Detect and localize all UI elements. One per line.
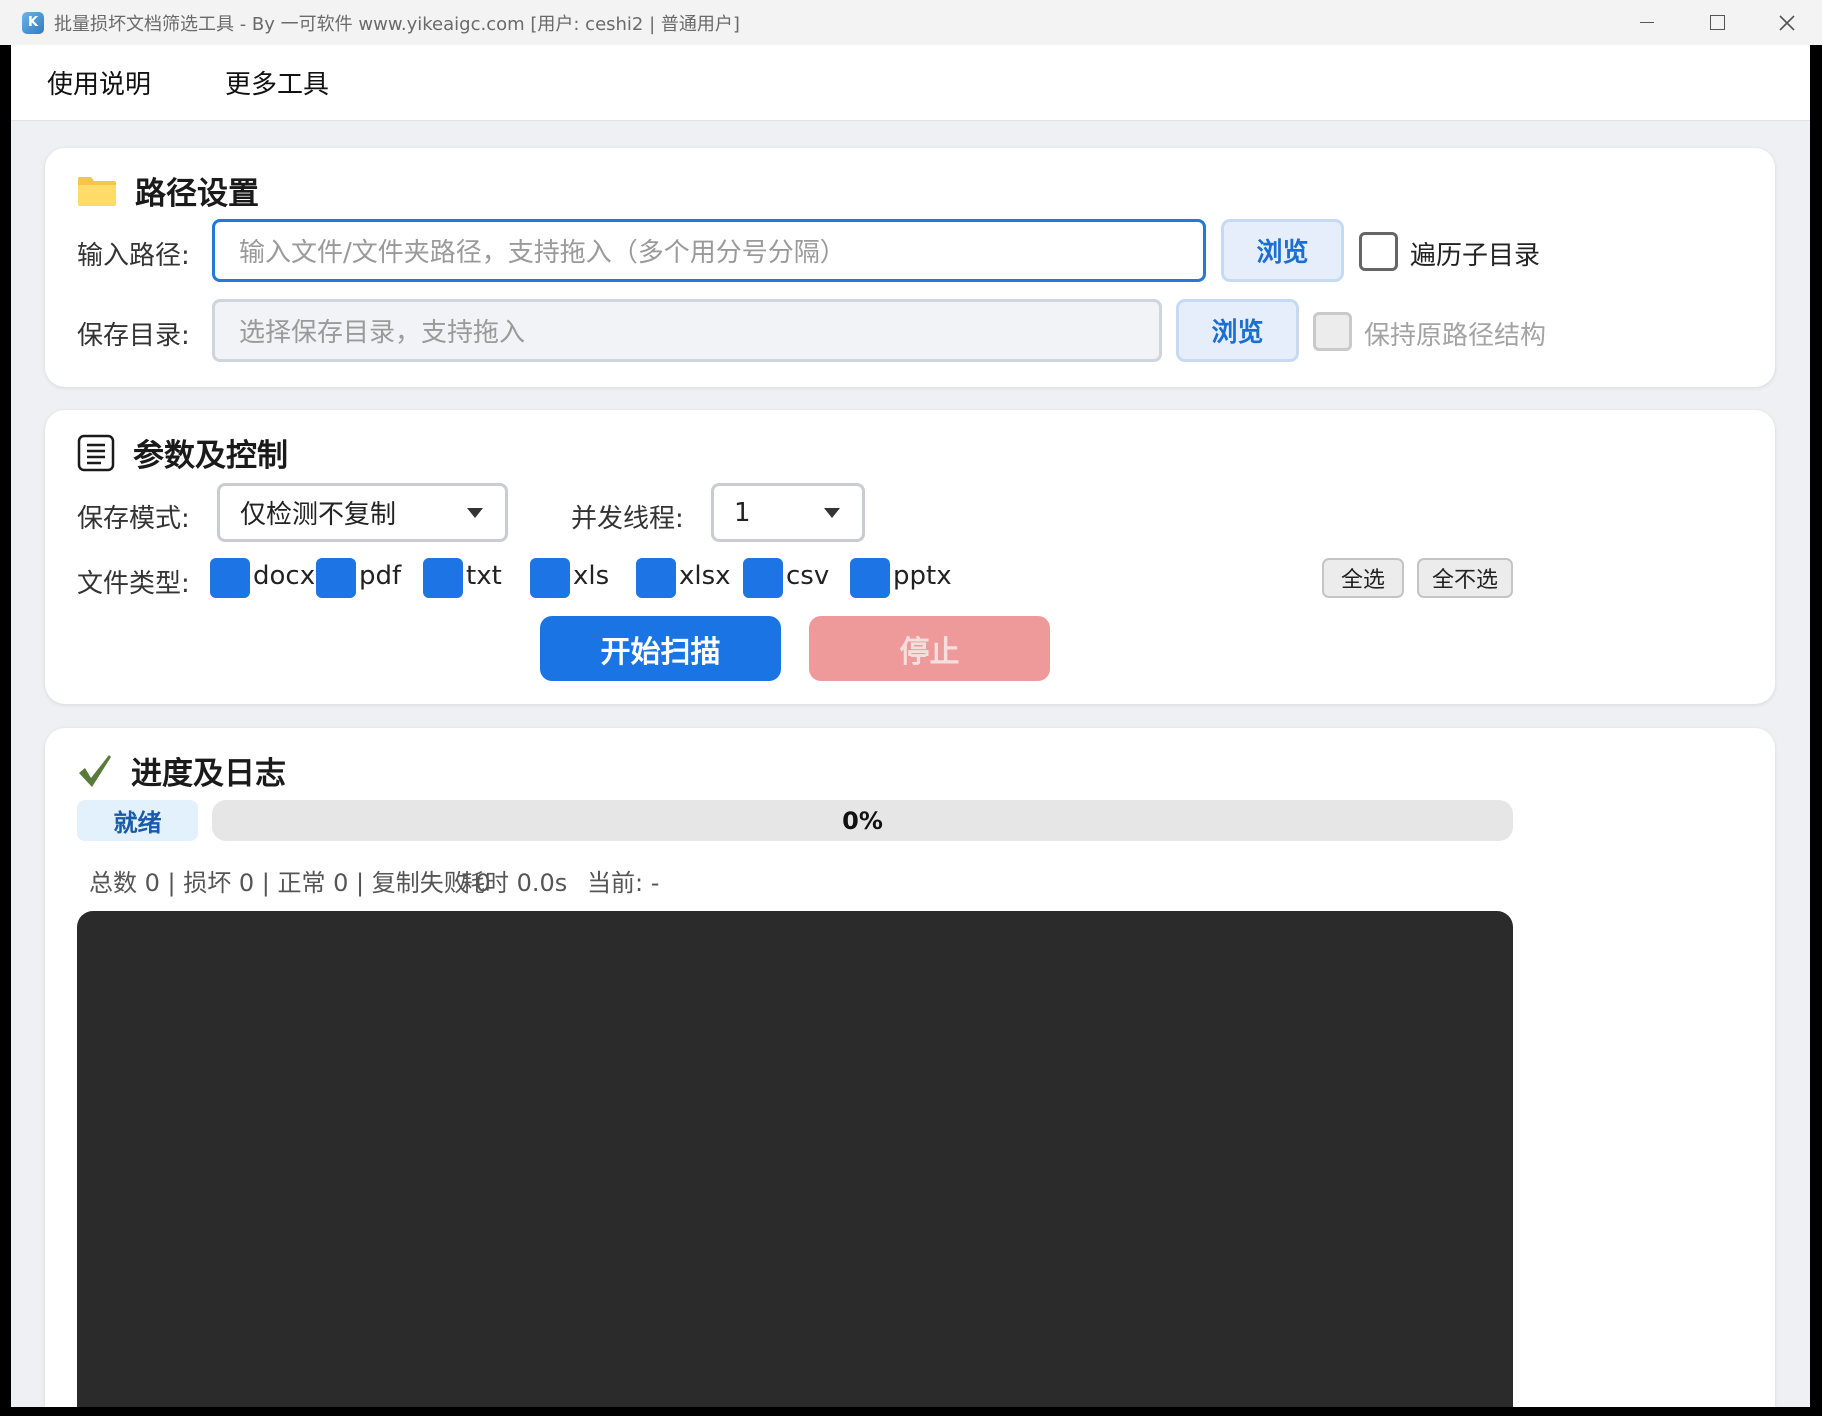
path-settings-title: 路径设置 bbox=[77, 168, 259, 213]
section-title: 进度及日志 bbox=[131, 756, 286, 792]
filetype-csv-label: csv bbox=[786, 561, 830, 591]
threads-value: 1 bbox=[734, 497, 751, 528]
menu-bar: 使用说明 更多工具 bbox=[11, 45, 1810, 121]
filetype-docx-label: docx bbox=[253, 561, 316, 591]
start-scan-button[interactable]: 开始扫描 bbox=[540, 616, 781, 681]
window-controls bbox=[1612, 0, 1822, 45]
filetype-pptx-checkbox[interactable] bbox=[850, 558, 890, 598]
filetype-docx-checkbox[interactable] bbox=[210, 558, 250, 598]
close-icon bbox=[1779, 14, 1795, 31]
input-path-label: 输入路径: bbox=[77, 241, 190, 271]
save-mode-value: 仅检测不复制 bbox=[240, 500, 397, 530]
save-mode-label: 保存模式: bbox=[77, 504, 190, 534]
chevron-down-icon bbox=[824, 507, 840, 518]
list-icon bbox=[77, 434, 115, 471]
filetype-xlsx-label: xlsx bbox=[679, 561, 731, 591]
select-all-button[interactable]: 全选 bbox=[1322, 558, 1404, 598]
stats-counts: 总数 0 | 损坏 0 | 正常 0 | 复制失败 0 bbox=[89, 869, 491, 897]
threads-label: 并发线程: bbox=[571, 504, 684, 534]
file-types-label: 文件类型: bbox=[77, 569, 190, 599]
filetype-txt-checkbox[interactable] bbox=[423, 558, 463, 598]
checkmark-icon bbox=[79, 754, 111, 787]
path-settings-card: 路径设置 输入路径: 输入文件/文件夹路径，支持拖入（多个用分号分隔） 浏览 遍… bbox=[45, 148, 1775, 387]
save-mode-select[interactable]: 仅检测不复制 bbox=[217, 483, 508, 542]
recurse-subdirs-label: 遍历子目录 bbox=[1410, 241, 1541, 271]
app-client: 使用说明 更多工具 路径设置 输入路径: 输入文件/文件夹路径，支持拖入（多个用… bbox=[11, 45, 1810, 1407]
stats-current: 当前: - bbox=[587, 869, 660, 897]
progress-title: 进度及日志 bbox=[77, 748, 286, 793]
section-title: 路径设置 bbox=[135, 176, 259, 212]
filetype-xls-checkbox[interactable] bbox=[530, 558, 570, 598]
input-browse-button[interactable]: 浏览 bbox=[1221, 219, 1344, 282]
menu-item-more-tools[interactable]: 更多工具 bbox=[225, 64, 329, 101]
stats-time: 耗时 0.0s bbox=[461, 869, 568, 897]
progress-bar: 0% bbox=[212, 800, 1513, 841]
chevron-down-icon bbox=[467, 507, 483, 518]
recurse-subdirs-checkbox[interactable] bbox=[1359, 232, 1398, 271]
filetype-csv-checkbox[interactable] bbox=[743, 558, 783, 598]
params-title: 参数及控制 bbox=[77, 430, 288, 475]
close-button[interactable] bbox=[1752, 0, 1822, 45]
filetype-pdf-label: pdf bbox=[359, 561, 402, 591]
filetype-xls-label: xls bbox=[573, 561, 610, 591]
progress-percent: 0% bbox=[842, 806, 883, 835]
threads-select[interactable]: 1 bbox=[711, 483, 865, 542]
section-title: 参数及控制 bbox=[133, 438, 288, 474]
filetype-pptx-label: pptx bbox=[893, 561, 952, 591]
minimize-button[interactable] bbox=[1612, 0, 1682, 45]
select-none-button[interactable]: 全不选 bbox=[1417, 558, 1513, 598]
save-browse-button[interactable]: 浏览 bbox=[1176, 299, 1299, 362]
window-title: 批量损坏文档筛选工具 - By 一可软件 www.yikeaigc.com [用… bbox=[54, 13, 740, 35]
save-dir-label: 保存目录: bbox=[77, 321, 190, 351]
progress-card: 进度及日志 就绪 0% 总数 0 | 损坏 0 | 正常 0 | 复制失败 0 … bbox=[45, 728, 1775, 1407]
maximize-button[interactable] bbox=[1682, 0, 1752, 45]
filetype-pdf-checkbox[interactable] bbox=[316, 558, 356, 598]
minimize-icon bbox=[1640, 21, 1654, 24]
stop-button[interactable]: 停止 bbox=[809, 616, 1050, 681]
status-badge: 就绪 bbox=[77, 800, 198, 841]
input-path-field[interactable]: 输入文件/文件夹路径，支持拖入（多个用分号分隔） bbox=[212, 219, 1206, 282]
save-dir-field[interactable]: 选择保存目录，支持拖入 bbox=[212, 299, 1162, 362]
log-panel[interactable] bbox=[77, 911, 1513, 1407]
maximize-icon bbox=[1709, 15, 1725, 30]
filetype-txt-label: txt bbox=[466, 561, 502, 591]
params-card: 参数及控制 保存模式: 仅检测不复制 并发线程: 1 文件类型: docx pd… bbox=[45, 410, 1775, 704]
title-bar: K 批量损坏文档筛选工具 - By 一可软件 www.yikeaigc.com … bbox=[0, 0, 1822, 45]
keep-structure-checkbox[interactable] bbox=[1313, 312, 1352, 351]
folder-icon bbox=[78, 176, 116, 206]
filetype-xlsx-checkbox[interactable] bbox=[636, 558, 676, 598]
app-logo-icon: K bbox=[22, 11, 44, 34]
keep-structure-label: 保持原路径结构 bbox=[1364, 321, 1547, 351]
menu-item-help[interactable]: 使用说明 bbox=[47, 64, 151, 101]
